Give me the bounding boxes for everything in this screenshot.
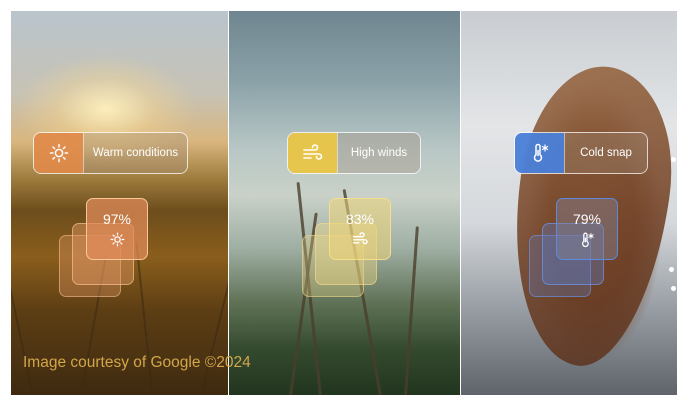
condition-label: Cold snap	[564, 133, 647, 173]
sun-icon	[34, 133, 83, 173]
percent-card-warm: 97%	[86, 198, 148, 260]
cold-panel: Cold snap 79%	[461, 11, 677, 395]
image-frame: Warm conditions 97% High winds 83% Cold …	[11, 11, 677, 395]
thermometer-snow-icon	[515, 133, 564, 173]
image-credit: Image courtesy of Google ©2024	[23, 354, 251, 371]
wind-icon	[288, 133, 337, 173]
wind-icon	[330, 232, 390, 250]
condition-pill-wind: High winds	[287, 132, 421, 174]
condition-pill-cold: Cold snap	[514, 132, 648, 174]
percent-card-wind: 83%	[329, 198, 391, 260]
wind-panel: High winds 83%	[229, 11, 460, 395]
percent-value: 79%	[572, 211, 602, 227]
percent-value: 83%	[345, 211, 375, 227]
sun-icon	[87, 232, 147, 251]
condition-label: Warm conditions	[83, 133, 187, 173]
warm-panel: Warm conditions 97%	[11, 11, 228, 395]
condition-pill-warm: Warm conditions	[33, 132, 188, 174]
condition-label: High winds	[337, 133, 420, 173]
thermometer-snow-icon	[557, 232, 617, 252]
percent-value: 97%	[102, 211, 132, 227]
percent-card-cold: 79%	[556, 198, 618, 260]
